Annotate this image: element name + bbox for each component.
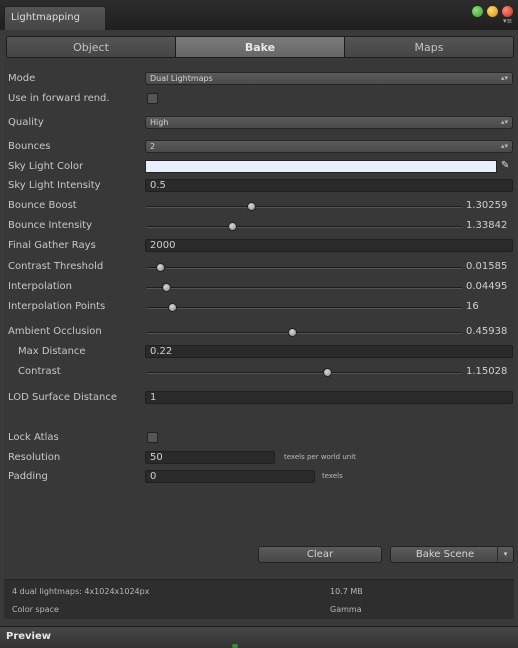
bounces-label: Bounces — [8, 141, 51, 152]
dropdown-arrow-icon: ▴▾ — [500, 142, 508, 150]
bounce-intensity-label: Bounce Intensity — [8, 220, 93, 231]
interpolation-points-value[interactable]: 16 — [466, 300, 479, 313]
interpolation-slider[interactable] — [147, 283, 462, 292]
bounces-dropdown[interactable]: 2 ▴▾ — [145, 140, 513, 153]
quality-value: High — [150, 118, 169, 127]
final-gather-rays-field[interactable]: 2000 — [145, 239, 513, 252]
tab-bake[interactable]: Bake — [176, 37, 345, 57]
bake-options-chevron-icon[interactable]: ▾ — [497, 547, 513, 562]
bounces-value: 2 — [150, 142, 156, 151]
padding-field[interactable]: 0 — [145, 470, 315, 483]
interpolation-points-label: Interpolation Points — [8, 301, 106, 312]
forward-label: Use in forward rend. — [8, 93, 110, 104]
tab-maps[interactable]: Maps — [345, 37, 513, 57]
sky-light-color-label: Sky Light Color — [8, 161, 84, 172]
tab-object[interactable]: Object — [7, 37, 176, 57]
final-gather-rays-label: Final Gather Rays — [8, 240, 96, 251]
forward-checkbox[interactable] — [147, 93, 158, 104]
bounce-boost-label: Bounce Boost — [8, 200, 77, 211]
mode-dropdown[interactable]: Dual Lightmaps ▴▾ — [145, 72, 513, 85]
color-space-label: Color space — [12, 605, 59, 614]
slider-knob[interactable] — [168, 303, 178, 312]
lightmap-info: 4 dual lightmaps: 4x1024x1024px 10.7 MB … — [4, 579, 514, 619]
ambient-occlusion-label: Ambient Occlusion — [8, 326, 102, 337]
slider-knob[interactable] — [155, 263, 165, 272]
ambient-occlusion-slider[interactable] — [147, 328, 462, 337]
contrast-threshold-value[interactable]: 0.01585 — [466, 260, 507, 273]
max-distance-label: Max Distance — [18, 346, 86, 357]
quality-dropdown[interactable]: High ▴▾ — [145, 116, 513, 129]
menu-icon[interactable]: ▾≡ — [503, 17, 512, 25]
quality-label: Quality — [8, 117, 44, 128]
tab-bar: Object Bake Maps — [6, 36, 514, 58]
resolution-field[interactable]: 50 — [145, 451, 275, 464]
mode-label: Mode — [8, 73, 36, 84]
slider-knob[interactable] — [246, 202, 256, 211]
lock-atlas-checkbox[interactable] — [147, 432, 158, 443]
resolution-unit: texels per world unit — [284, 453, 356, 461]
sky-light-color-swatch[interactable] — [145, 160, 497, 173]
maximize-button[interactable] — [472, 6, 483, 17]
dropdown-arrow-icon: ▴▾ — [500, 118, 508, 126]
bounce-intensity-slider[interactable] — [147, 222, 462, 231]
clear-button[interactable]: Clear — [258, 546, 382, 563]
lod-surface-distance-field[interactable]: 1 — [145, 391, 513, 404]
color-space-value: Gamma — [330, 605, 362, 614]
padding-label: Padding — [8, 471, 48, 482]
mode-value: Dual Lightmaps — [150, 74, 213, 83]
interpolation-label: Interpolation — [8, 281, 72, 292]
contrast-threshold-label: Contrast Threshold — [8, 261, 104, 272]
lightmapping-window: Lightmapping ▾≡ Object Bake Maps Mode Du… — [0, 0, 518, 648]
slider-knob[interactable] — [228, 222, 238, 231]
eyedropper-icon[interactable]: ✎ — [501, 160, 511, 173]
window-tab[interactable]: Lightmapping — [4, 6, 106, 30]
preview-bar[interactable]: Preview — [0, 626, 518, 648]
slider-knob[interactable] — [287, 328, 297, 337]
contrast-value[interactable]: 1.15028 — [466, 365, 507, 378]
bounce-boost-value[interactable]: 1.30259 — [466, 199, 507, 212]
bake-scene-label: Bake Scene — [415, 549, 475, 560]
lod-surface-distance-label: LOD Surface Distance — [8, 392, 117, 403]
sky-light-intensity-field[interactable]: 0.5 — [145, 179, 513, 192]
bounce-intensity-value[interactable]: 1.33842 — [466, 219, 507, 232]
interpolation-points-slider[interactable] — [147, 303, 462, 312]
sky-light-intensity-label: Sky Light Intensity — [8, 180, 101, 191]
contrast-threshold-slider[interactable] — [147, 263, 462, 272]
window-tab-title: Lightmapping — [11, 12, 80, 23]
ambient-occlusion-value[interactable]: 0.45938 — [466, 325, 507, 338]
contrast-slider[interactable] — [147, 368, 462, 377]
interpolation-value[interactable]: 0.04495 — [466, 280, 507, 293]
bake-scene-button[interactable]: Bake Scene ▾ — [390, 546, 514, 563]
bounce-boost-slider[interactable] — [147, 202, 462, 211]
slider-knob[interactable] — [322, 368, 332, 377]
max-distance-field[interactable]: 0.22 — [145, 345, 513, 358]
slider-knob[interactable] — [161, 283, 171, 292]
lightmaps-size: 10.7 MB — [330, 587, 363, 596]
title-bar: Lightmapping ▾≡ — [0, 0, 518, 30]
minimize-button[interactable] — [487, 6, 498, 17]
bake-settings-panel: Mode Dual Lightmaps ▴▾ Use in forward ren… — [4, 60, 514, 580]
padding-unit: texels — [322, 472, 343, 480]
resolution-label: Resolution — [8, 452, 61, 463]
close-button[interactable] — [502, 6, 513, 17]
preview-resize-handle[interactable] — [232, 644, 238, 648]
lock-atlas-label: Lock Atlas — [8, 432, 59, 443]
contrast-label: Contrast — [18, 366, 61, 377]
lightmaps-info: 4 dual lightmaps: 4x1024x1024px — [12, 587, 150, 596]
dropdown-arrow-icon: ▴▾ — [500, 74, 508, 82]
preview-label: Preview — [6, 631, 52, 642]
